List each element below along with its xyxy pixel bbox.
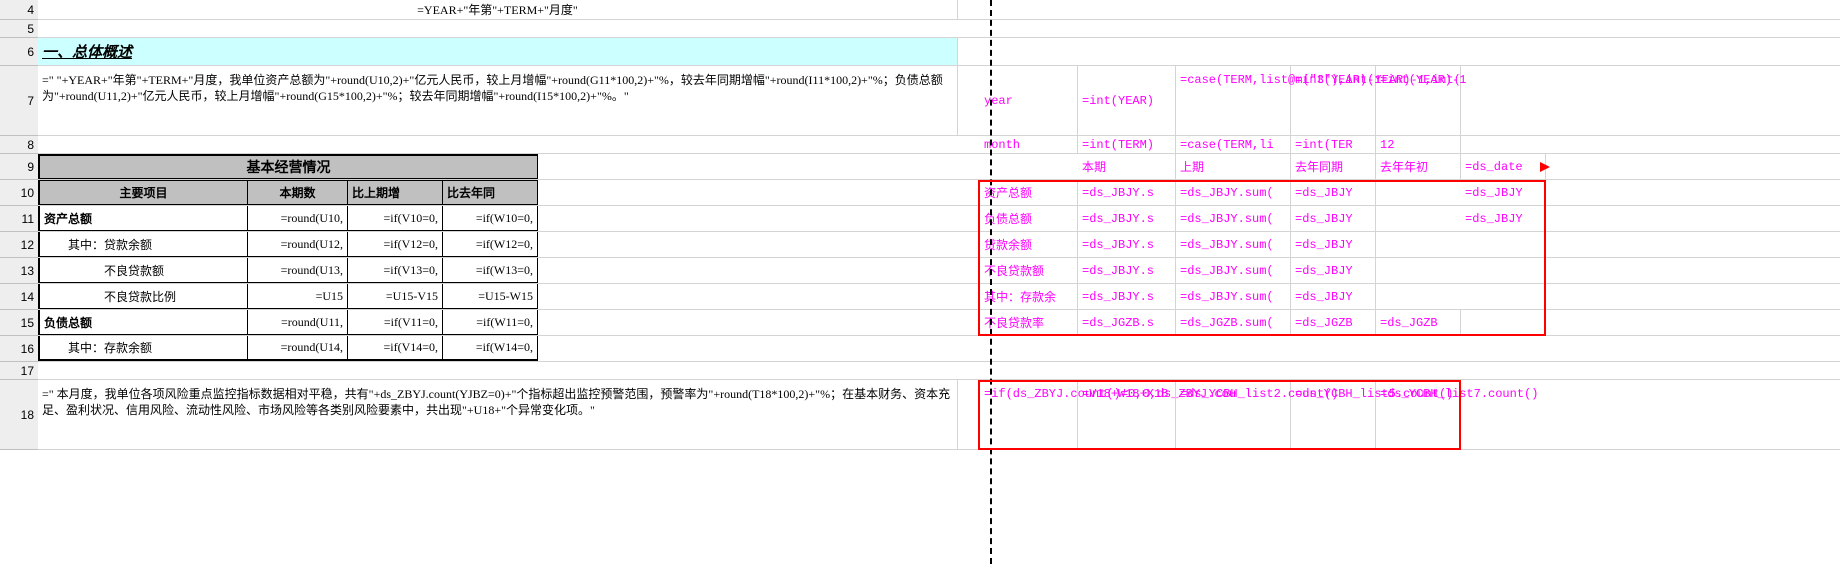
r9c4[interactable]: 去年同期: [1291, 154, 1376, 179]
td-16-0[interactable]: 其中：存款余额: [38, 336, 248, 361]
r8c4[interactable]: =int(TER: [1291, 136, 1376, 153]
th-1[interactable]: 本期数: [248, 180, 348, 205]
r11c2[interactable]: =ds_JBJY.s: [1078, 206, 1176, 231]
row-header-9[interactable]: 9: [0, 154, 38, 180]
r14c1[interactable]: 其中：存款余: [980, 284, 1078, 309]
r10c1[interactable]: 资产总额: [980, 180, 1078, 205]
r8c2[interactable]: =int(TERM): [1078, 136, 1176, 153]
row-header-15[interactable]: 15: [0, 310, 38, 336]
td-12-3[interactable]: =if(W12=0,: [443, 232, 538, 257]
td-15-1[interactable]: =round(U11,: [248, 310, 348, 335]
row-header-18[interactable]: 18: [0, 380, 38, 450]
row-header-17[interactable]: 17: [0, 362, 38, 380]
r11c1[interactable]: 负债总额: [980, 206, 1078, 231]
r15c5[interactable]: =ds_JGZB: [1376, 310, 1461, 335]
r9c2[interactable]: 本期: [1078, 154, 1176, 179]
r15c3[interactable]: =ds_JGZB.sum(: [1176, 310, 1291, 335]
r14c4[interactable]: =ds_JBJY: [1291, 284, 1376, 309]
r8c3[interactable]: =case(TERM,li: [1176, 136, 1291, 153]
paragraph2-cell[interactable]: =" 本月度，我单位各项风险重点监控指标数据相对平稳，共有"+ds_ZBYJ.c…: [38, 380, 958, 449]
row-header-16[interactable]: 16: [0, 336, 38, 362]
r8c1[interactable]: month: [980, 136, 1078, 153]
table-title[interactable]: 基本经营情况: [38, 154, 538, 179]
td-14-3[interactable]: =U15-W15: [443, 284, 538, 309]
r11c6[interactable]: =ds_JBJY: [1461, 206, 1546, 231]
r15c1[interactable]: 不良贷款率: [980, 310, 1078, 335]
th-3[interactable]: 比去年同: [443, 180, 538, 205]
grid-area[interactable]: =YEAR+"年第"+TERM+"月度" 一、总体概述 =" "+YEAR+"年…: [38, 0, 1840, 564]
r7c4[interactable]: =int(YEAR)-1: [1291, 66, 1376, 135]
r12c4[interactable]: =ds_JBJY: [1291, 232, 1376, 257]
r10c2[interactable]: =ds_JBJY.s: [1078, 180, 1176, 205]
td-15-3[interactable]: =if(W11=0,: [443, 310, 538, 335]
r18c2[interactable]: =V18+W18+X18: [1078, 380, 1176, 449]
td-11-3[interactable]: =if(W10=0,: [443, 206, 538, 231]
r7c5[interactable]: =int(YEAR)-1: [1376, 66, 1461, 135]
r7c1[interactable]: year: [980, 66, 1078, 135]
page-break-guide: [990, 0, 992, 564]
r10c3[interactable]: =ds_JBJY.sum(: [1176, 180, 1291, 205]
row-header-11[interactable]: 11: [0, 206, 38, 232]
td-13-0[interactable]: 不良贷款额: [38, 258, 248, 283]
title-cell[interactable]: =YEAR+"年第"+TERM+"月度": [38, 0, 958, 19]
td-12-0[interactable]: 其中：贷款余额: [38, 232, 248, 257]
row-header-14[interactable]: 14: [0, 284, 38, 310]
row-header-8[interactable]: 8: [0, 136, 38, 154]
td-13-3[interactable]: =if(W13=0,: [443, 258, 538, 283]
th-2[interactable]: 比上期增: [348, 180, 443, 205]
td-14-1[interactable]: =U15: [248, 284, 348, 309]
r18c4[interactable]: =ds_YCBH_list5.count(): [1291, 380, 1376, 449]
r9c6[interactable]: =ds_date: [1461, 154, 1546, 179]
r13c3[interactable]: =ds_JBJY.sum(: [1176, 258, 1291, 283]
r18c1[interactable]: =if(ds_ZBYJ.count()=0,0,ds_ZBYJ.cou: [980, 380, 1078, 449]
paragraph-cell[interactable]: =" "+YEAR+"年第"+TERM+"月度，我单位资产总额为"+round(…: [38, 66, 958, 135]
row-header-6[interactable]: 6: [0, 38, 38, 66]
r12c1[interactable]: 贷款余额: [980, 232, 1078, 257]
r8c5[interactable]: 12: [1376, 136, 1461, 153]
row-header-13[interactable]: 13: [0, 258, 38, 284]
r18c5[interactable]: =ds_YCBH_list7.count(): [1376, 380, 1461, 449]
td-15-0[interactable]: 负债总额: [38, 310, 248, 335]
r15c2[interactable]: =ds_JGZB.s: [1078, 310, 1176, 335]
td-14-2[interactable]: =U15-V15: [348, 284, 443, 309]
td-15-2[interactable]: =if(V11=0,: [348, 310, 443, 335]
row-header-5[interactable]: 5: [0, 20, 38, 38]
row-header-10[interactable]: 10: [0, 180, 38, 206]
r12c2[interactable]: =ds_JBJY.s: [1078, 232, 1176, 257]
r15c4[interactable]: =ds_JGZB: [1291, 310, 1376, 335]
red-arrow-icon: [1540, 162, 1550, 172]
r14c3[interactable]: =ds_JBJY.sum(: [1176, 284, 1291, 309]
r14c2[interactable]: =ds_JBJY.s: [1078, 284, 1176, 309]
section-heading[interactable]: 一、总体概述: [38, 38, 958, 65]
td-16-1[interactable]: =round(U14,: [248, 336, 348, 361]
td-12-1[interactable]: =round(U12,: [248, 232, 348, 257]
r10c6[interactable]: =ds_JBJY: [1461, 180, 1546, 205]
td-13-1[interactable]: =round(U13,: [248, 258, 348, 283]
r13c4[interactable]: =ds_JBJY: [1291, 258, 1376, 283]
row-header-4[interactable]: 4: [0, 0, 38, 20]
r7c3[interactable]: =case(TERM,list@m("3"),int(YEAR)-1,int(: [1176, 66, 1291, 135]
td-13-2[interactable]: =if(V13=0,: [348, 258, 443, 283]
spreadsheet-view: 456789101112131415161718 =YEAR+"年第"+TERM…: [0, 0, 1840, 564]
r9c3[interactable]: 上期: [1176, 154, 1291, 179]
td-14-0[interactable]: 不良贷款比例: [38, 284, 248, 309]
r11c4[interactable]: =ds_JBJY: [1291, 206, 1376, 231]
row-header-12[interactable]: 12: [0, 232, 38, 258]
r11c3[interactable]: =ds_JBJY.sum(: [1176, 206, 1291, 231]
td-16-3[interactable]: =if(W14=0,: [443, 336, 538, 361]
td-16-2[interactable]: =if(V14=0,: [348, 336, 443, 361]
td-11-2[interactable]: =if(V10=0,: [348, 206, 443, 231]
r18c3[interactable]: =ds_YCBH_list2.count(): [1176, 380, 1291, 449]
td-11-1[interactable]: =round(U10,: [248, 206, 348, 231]
r13c2[interactable]: =ds_JBJY.s: [1078, 258, 1176, 283]
r10c4[interactable]: =ds_JBJY: [1291, 180, 1376, 205]
td-11-0[interactable]: 资产总额: [38, 206, 248, 231]
r13c1[interactable]: 不良贷款额: [980, 258, 1078, 283]
td-12-2[interactable]: =if(V12=0,: [348, 232, 443, 257]
r9c5[interactable]: 去年年初: [1376, 154, 1461, 179]
r12c3[interactable]: =ds_JBJY.sum(: [1176, 232, 1291, 257]
r7c2[interactable]: =int(YEAR): [1078, 66, 1176, 135]
th-0[interactable]: 主要项目: [38, 180, 248, 205]
row-header-7[interactable]: 7: [0, 66, 38, 136]
